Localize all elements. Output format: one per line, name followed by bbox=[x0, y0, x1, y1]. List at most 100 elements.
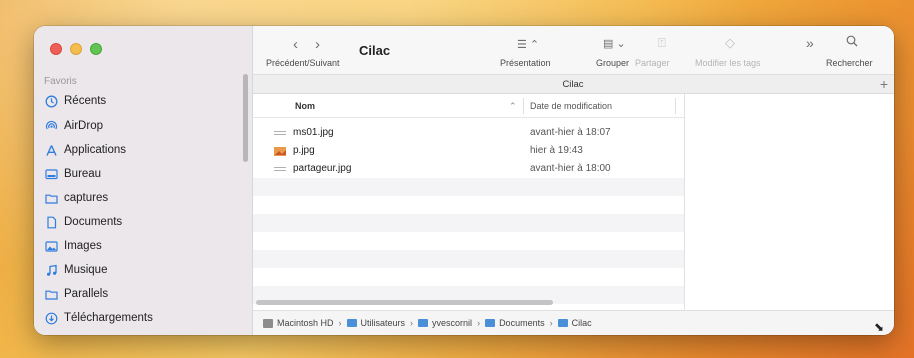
path-item-cilac[interactable]: Cilac bbox=[557, 318, 592, 328]
document-thumb-icon bbox=[273, 163, 286, 175]
chevron-right-icon: › bbox=[549, 318, 553, 328]
sidebar-item-applications[interactable]: Applications bbox=[44, 139, 126, 161]
chevron-right-icon: › bbox=[410, 318, 414, 328]
path-item-documents[interactable]: Documents bbox=[485, 318, 545, 328]
table-row[interactable]: ms01.jpg avant-hier à 18:07 bbox=[253, 124, 684, 142]
desktop-icon bbox=[44, 167, 58, 181]
share-icon: ⍐ bbox=[658, 35, 666, 50]
forward-chevron-icon[interactable]: › bbox=[315, 36, 320, 53]
tab-bar: Cilac + bbox=[253, 74, 894, 94]
list-view-icon[interactable]: ☰ ⌃ bbox=[517, 38, 539, 51]
clock-icon bbox=[44, 94, 58, 108]
file-list: Nom ⌃ Date de modification ms01.jpg avan… bbox=[253, 94, 684, 310]
path-label: yvescornil bbox=[432, 318, 473, 328]
empty-row bbox=[253, 232, 684, 250]
sidebar-item-musique[interactable]: Musique bbox=[44, 259, 107, 281]
table-row[interactable]: p.jpg hier à 19:43 bbox=[253, 142, 684, 160]
resize-cursor-icon: ⬊ bbox=[874, 320, 885, 334]
download-icon bbox=[44, 311, 58, 325]
folder-icon bbox=[346, 319, 357, 327]
empty-row bbox=[253, 178, 684, 196]
sidebar-item-label: Récents bbox=[64, 95, 107, 107]
sidebar-item-captures[interactable]: captures bbox=[44, 187, 108, 209]
sidebar: Favoris Récents AirDrop Applications Bur… bbox=[34, 26, 253, 335]
path-bar: Macintosh HD › Utilisateurs › yvescornil… bbox=[253, 310, 894, 335]
list-header: Nom ⌃ Date de modification bbox=[253, 94, 684, 118]
back-chevron-icon[interactable]: ‹ bbox=[293, 36, 298, 53]
sidebar-item-airdrop[interactable]: AirDrop bbox=[44, 115, 103, 137]
file-name: p.jpg bbox=[293, 145, 315, 156]
sidebar-item-documents[interactable]: Documents bbox=[44, 211, 122, 233]
empty-row bbox=[253, 196, 684, 214]
photo-icon bbox=[44, 239, 58, 253]
empty-row bbox=[253, 214, 684, 232]
sidebar-scrollbar[interactable] bbox=[243, 74, 248, 162]
preview-column bbox=[684, 94, 894, 310]
empty-row bbox=[253, 250, 684, 268]
close-button[interactable] bbox=[50, 43, 62, 55]
path-label: Utilisateurs bbox=[360, 318, 406, 328]
path-item-utilisateurs[interactable]: Utilisateurs bbox=[346, 318, 406, 328]
file-date: hier à 19:43 bbox=[530, 145, 583, 156]
folder-icon bbox=[485, 319, 496, 327]
file-date: avant-hier à 18:00 bbox=[530, 163, 611, 174]
more-chevron-icon[interactable]: » bbox=[806, 35, 814, 51]
path-item-user[interactable]: yvescornil bbox=[418, 318, 472, 328]
table-row[interactable]: partageur.jpg avant-hier à 18:00 bbox=[253, 160, 684, 178]
column-header-date[interactable]: Date de modification bbox=[530, 101, 612, 111]
sidebar-item-bureau[interactable]: Bureau bbox=[44, 163, 101, 185]
group-button[interactable]: Grouper bbox=[596, 58, 629, 68]
folder-icon bbox=[44, 191, 58, 205]
file-name: ms01.jpg bbox=[293, 127, 334, 138]
window-title: Cilac bbox=[359, 43, 391, 58]
file-date: avant-hier à 18:07 bbox=[530, 127, 611, 138]
document-icon bbox=[44, 215, 58, 229]
sidebar-item-label: Bureau bbox=[64, 168, 102, 180]
path-label: Documents bbox=[499, 318, 545, 328]
disk-icon bbox=[263, 318, 273, 328]
document-thumb-icon bbox=[273, 127, 286, 139]
path-item-macintosh-hd[interactable]: Macintosh HD bbox=[263, 318, 334, 328]
sidebar-item-label: Documents bbox=[64, 216, 123, 228]
sort-arrow-icon: ⌃ bbox=[509, 101, 517, 111]
toolbar: ‹ › Précédent/Suivant Cilac ☰ ⌃ Présenta… bbox=[253, 26, 894, 74]
chevron-right-icon: › bbox=[477, 318, 481, 328]
tags-button: Modifier les tags bbox=[695, 58, 761, 68]
sidebar-item-telechargements[interactable]: Téléchargements bbox=[44, 307, 153, 329]
image-thumb-icon bbox=[273, 145, 286, 157]
sidebar-heading: Favoris bbox=[44, 76, 77, 87]
group-icon[interactable]: ▤ ⌄ bbox=[603, 37, 626, 50]
minimize-button[interactable] bbox=[70, 43, 82, 55]
search-button[interactable]: Rechercher bbox=[826, 58, 873, 68]
sidebar-item-label: captures bbox=[64, 192, 109, 204]
search-icon[interactable] bbox=[846, 35, 858, 50]
zoom-button[interactable] bbox=[90, 43, 102, 55]
chevron-right-icon: › bbox=[338, 318, 342, 328]
column-divider[interactable] bbox=[675, 98, 676, 114]
sidebar-item-label: Applications bbox=[64, 144, 127, 156]
finder-window: Favoris Récents AirDrop Applications Bur… bbox=[34, 26, 894, 335]
sidebar-item-label: Images bbox=[64, 240, 102, 252]
file-name: partageur.jpg bbox=[293, 163, 352, 174]
empty-row bbox=[253, 268, 684, 286]
music-icon bbox=[44, 263, 58, 277]
new-tab-button[interactable]: + bbox=[880, 76, 888, 92]
horizontal-scrollbar[interactable] bbox=[256, 300, 553, 305]
folder-icon bbox=[557, 319, 568, 327]
share-button: Partager bbox=[635, 58, 670, 68]
nav-label: Précédent/Suivant bbox=[266, 58, 340, 68]
sidebar-item-parallels[interactable]: Parallels bbox=[44, 283, 108, 305]
window-controls bbox=[50, 43, 102, 55]
sidebar-item-images[interactable]: Images bbox=[44, 235, 102, 257]
column-header-name[interactable]: Nom bbox=[295, 101, 315, 111]
presentation-button[interactable]: Présentation bbox=[500, 58, 551, 68]
airdrop-icon bbox=[44, 119, 58, 133]
sidebar-item-label: AirDrop bbox=[64, 120, 103, 132]
path-label: Cilac bbox=[571, 318, 592, 328]
column-divider[interactable] bbox=[523, 98, 524, 114]
path-label: Macintosh HD bbox=[277, 318, 334, 328]
sidebar-item-recents[interactable]: Récents bbox=[44, 90, 106, 112]
folder-icon bbox=[418, 319, 429, 327]
folder-icon bbox=[44, 287, 58, 301]
tab-title[interactable]: Cilac bbox=[253, 79, 893, 90]
